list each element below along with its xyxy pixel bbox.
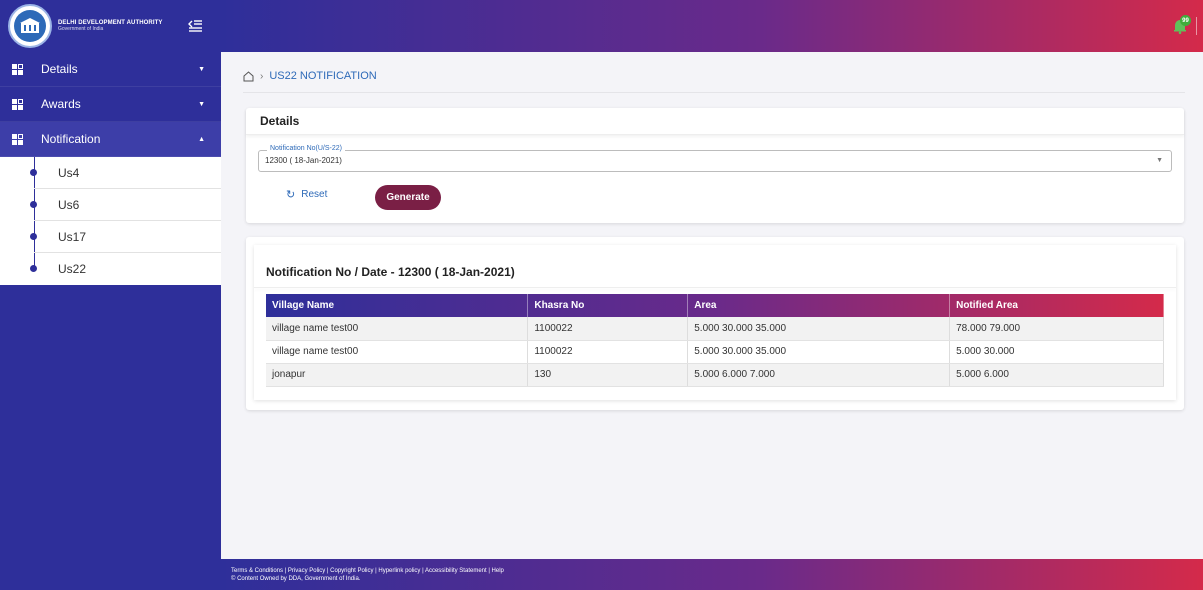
details-card: Details Notification No(U/S-22) 12300 ( … xyxy=(246,108,1184,223)
column-header: Khasra No xyxy=(527,294,689,317)
table-header-row: Village Name Khasra No Area Notified Are… xyxy=(266,294,1164,317)
logo-area: DELHI DEVELOPMENT AUTHORITY Government o… xyxy=(0,0,221,52)
column-header: Village Name xyxy=(266,294,529,317)
sidebar-item-label: Details xyxy=(41,62,78,76)
results-title: Notification No / Date - 12300 ( 18-Jan-… xyxy=(266,265,515,279)
notification-no-value: 12300 ( 18-Jan-2021) xyxy=(265,156,342,165)
reset-button[interactable]: ↻ Reset xyxy=(286,188,327,201)
table-cell: 1100022 xyxy=(527,317,689,341)
table-cell: 78.000 79.000 xyxy=(949,317,1164,341)
table-cell: 5.000 30.000 35.000 xyxy=(687,340,951,364)
table-cell: village name test00 xyxy=(266,317,529,341)
column-header: Area xyxy=(687,294,951,317)
reset-label: Reset xyxy=(301,189,328,200)
home-icon[interactable] xyxy=(243,70,254,82)
breadcrumb-current: US22 NOTIFICATION xyxy=(269,70,377,82)
notification-no-label: Notification No(U/S-22) xyxy=(267,145,345,152)
main-content: › US22 NOTIFICATION Details Notification… xyxy=(221,52,1203,559)
chevron-right-icon: › xyxy=(260,70,264,82)
chevron-down-icon: ▼ xyxy=(198,66,205,73)
table-row: village name test00 1100022 5.000 30.000… xyxy=(266,317,1164,341)
top-bar: 99 xyxy=(221,0,1203,52)
menu-collapse-icon[interactable] xyxy=(185,16,205,36)
table-cell: 5.000 30.000 35.000 xyxy=(687,317,951,341)
table-cell: village name test00 xyxy=(266,340,529,364)
submenu-item-us22[interactable]: Us22 xyxy=(30,253,221,285)
submenu-item-us4[interactable]: Us4 xyxy=(30,157,221,189)
header: DELHI DEVELOPMENT AUTHORITY Government o… xyxy=(0,0,1203,52)
table-cell: jonapur xyxy=(266,363,529,387)
refresh-icon: ↻ xyxy=(286,189,296,201)
column-header: Notified Area xyxy=(949,294,1164,317)
dda-emblem-logo xyxy=(8,4,52,48)
sidebar-item-label: Notification xyxy=(41,132,101,146)
table-cell: 5.000 6.000 7.000 xyxy=(687,363,951,387)
table-row: jonapur 130 5.000 6.000 7.000 5.000 6.00… xyxy=(266,363,1164,387)
divider xyxy=(1196,17,1197,35)
notification-submenu: Us4 Us6 Us17 Us22 xyxy=(0,157,221,285)
breadcrumb: › US22 NOTIFICATION xyxy=(243,70,377,82)
sidebar-item-details[interactable]: Details ▼ xyxy=(0,52,221,87)
details-card-title: Details xyxy=(246,108,1184,135)
grid-icon xyxy=(12,98,23,110)
submenu-item-us6[interactable]: Us6 xyxy=(30,189,221,221)
notification-table: Village Name Khasra No Area Notified Are… xyxy=(266,294,1164,387)
logo-subtitle: Government of India xyxy=(58,25,104,32)
table-row: village name test00 1100022 5.000 30.000… xyxy=(266,340,1164,364)
chevron-down-icon: ▼ xyxy=(1156,157,1163,164)
grid-icon xyxy=(12,63,23,75)
results-card: Notification No / Date - 12300 ( 18-Jan-… xyxy=(246,237,1184,410)
sidebar-item-label: Awards xyxy=(41,97,81,111)
table-cell: 5.000 6.000 xyxy=(949,363,1164,387)
grid-icon xyxy=(12,133,23,145)
results-inner-card: Notification No / Date - 12300 ( 18-Jan-… xyxy=(254,245,1176,400)
divider xyxy=(254,287,1176,288)
generate-button[interactable]: Generate xyxy=(375,185,441,210)
notification-no-select[interactable]: Notification No(U/S-22) 12300 ( 18-Jan-2… xyxy=(258,145,1172,172)
footer-links[interactable]: Terms & Conditions | Privacy Policy | Co… xyxy=(231,568,1203,576)
sidebar-item-notification[interactable]: Notification ▲ xyxy=(0,122,221,157)
sidebar: Details ▼ Awards ▼ Notification ▲ Us4 Us… xyxy=(0,52,221,590)
notification-badge: 99 xyxy=(1180,15,1191,26)
table-cell: 1100022 xyxy=(527,340,689,364)
sidebar-footer xyxy=(0,559,221,590)
table-cell: 5.000 30.000 xyxy=(949,340,1164,364)
chevron-down-icon: ▼ xyxy=(198,101,205,108)
table-cell: 130 xyxy=(527,363,689,387)
footer-copyright: © Content Owned by DDA, Government of In… xyxy=(231,575,361,582)
divider xyxy=(243,92,1185,93)
chevron-up-icon: ▲ xyxy=(198,136,205,143)
footer: Terms & Conditions | Privacy Policy | Co… xyxy=(221,559,1203,590)
sidebar-item-awards[interactable]: Awards ▼ xyxy=(0,87,221,122)
submenu-item-us17[interactable]: Us17 xyxy=(30,221,221,253)
